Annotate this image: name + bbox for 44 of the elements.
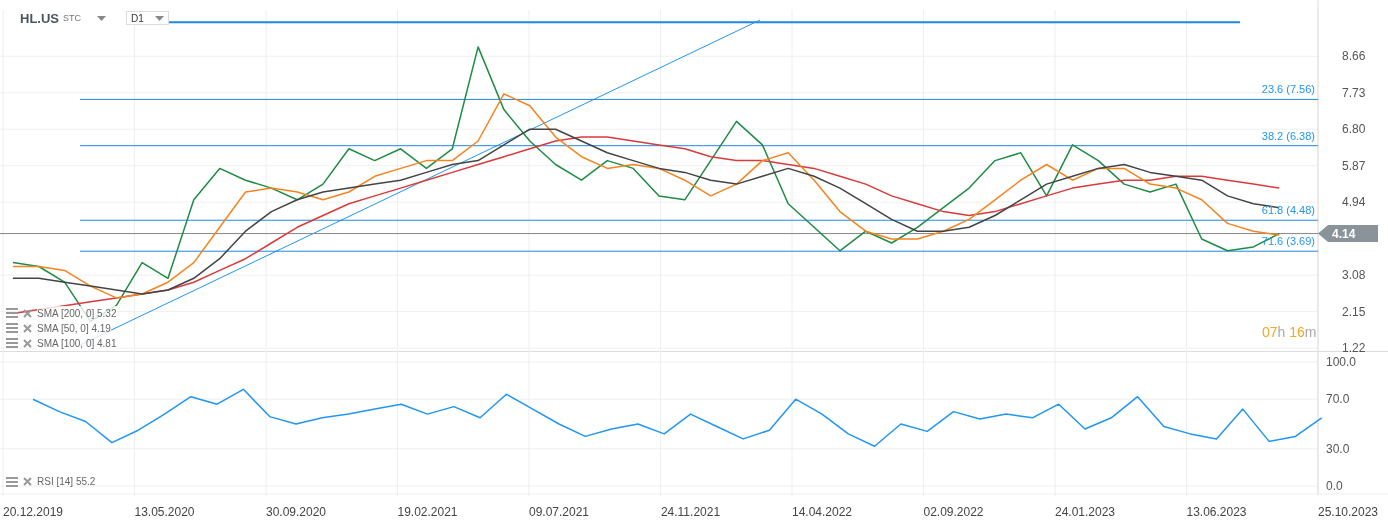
axis-label: 1.22 (1342, 341, 1366, 352)
axis-label: 0.0 (1326, 479, 1343, 493)
axis-label: 8.66 (1342, 49, 1366, 64)
layers-icon[interactable] (6, 476, 18, 487)
indicator-legend: RSI [14] 55.2 (37, 474, 96, 489)
date-label: 19.02.2021 (397, 505, 458, 519)
close-icon[interactable] (23, 323, 32, 333)
axis-label: 7.73 (1342, 85, 1366, 100)
axis-label: 3.08 (1342, 268, 1366, 283)
caret-icon (155, 15, 164, 21)
indicator-legend: SMA [200, 0] 5.32 (37, 305, 117, 321)
axis-label: 6.80 (1342, 122, 1366, 137)
axis-label: 5.87 (1342, 158, 1366, 173)
date-label: 20.12.2019 (2, 505, 64, 519)
axis-label: 70.0 (1326, 392, 1350, 407)
axis-label: 2.15 (1342, 304, 1366, 319)
date-label: 02.09.2022 (923, 505, 984, 519)
fibonacci-label: 38.2 (6.38) (1261, 129, 1315, 142)
price-tag: 4.14 (1318, 225, 1378, 243)
axis-label: 4.94 (1342, 195, 1366, 210)
date-label: 14.04.2022 (791, 505, 853, 519)
caret-icon[interactable] (97, 16, 106, 22)
date-label: 30.09.2020 (265, 505, 327, 519)
fibonacci-label: 23.6 (7.56) (1261, 83, 1315, 96)
axis-label: 100.0 (1326, 355, 1357, 369)
fibonacci-label: 61.8 (4.48) (1261, 204, 1315, 217)
countdown-timer: 07h 16m (1262, 323, 1317, 342)
layers-icon[interactable] (6, 323, 18, 333)
fibonacci-label: 71.6 (3.69) (1261, 235, 1315, 248)
date-label: 13.06.2023 (1186, 505, 1247, 519)
date-label: 25.10.2023 (1317, 505, 1379, 519)
close-icon[interactable] (23, 308, 32, 318)
layers-icon[interactable] (6, 338, 18, 348)
close-icon[interactable] (23, 477, 32, 486)
symbol-name[interactable]: HL.US (20, 9, 59, 29)
layers-icon[interactable] (6, 308, 18, 318)
date-label: 13.05.2020 (134, 505, 195, 519)
date-label: 09.07.2021 (528, 505, 590, 519)
close-icon[interactable] (23, 338, 32, 348)
exchange-label: STC (63, 12, 81, 25)
date-label: 24.11.2021 (660, 505, 721, 519)
interval-dropdown[interactable]: D1 (126, 11, 169, 25)
date-label: 24.01.2023 (1054, 505, 1116, 519)
axis-label: 30.0 (1326, 441, 1350, 456)
